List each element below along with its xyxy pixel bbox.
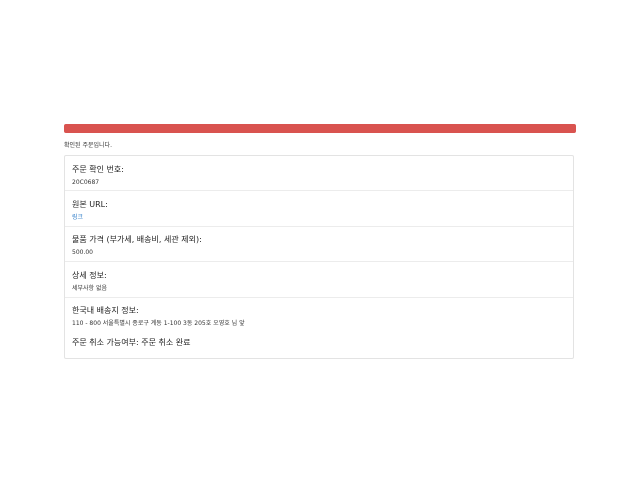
item-price-label: 물품 가격 (부가세, 배송비, 세관 제외): xyxy=(72,235,202,244)
order-details-panel: 주문 확인 번호: 20C0687 원본 URL: 링크 물품 가격 (부가세,… xyxy=(64,155,574,359)
item-price-row: 물품 가격 (부가세, 배송비, 세관 제외): 500.00 xyxy=(65,227,573,262)
details-label: 상세 정보: xyxy=(72,271,107,280)
order-status-message: 확인된 주문입니다. xyxy=(64,142,112,149)
order-number-label: 주문 확인 번호: xyxy=(72,165,124,174)
original-url-link[interactable]: 링크 xyxy=(72,214,573,222)
item-price-value: 500.00 xyxy=(72,249,93,256)
shipping-label: 한국내 배송지 정보: xyxy=(72,306,139,315)
cancel-status: 주문 취소 가능여부: 주문 취소 완료 xyxy=(72,338,191,347)
order-number-value: 20C0687 xyxy=(72,179,100,186)
details-value: 세부사항 없음 xyxy=(72,285,108,292)
progress-bar-fill xyxy=(64,124,576,133)
original-url-row: 원본 URL: 링크 xyxy=(65,191,573,227)
shipping-row: 한국내 배송지 정보: 110 - 800 서울특별시 종로구 계동 1-100… xyxy=(65,298,573,358)
order-progress-bar xyxy=(64,124,576,133)
original-url-label: 원본 URL: xyxy=(72,200,108,209)
order-number-row: 주문 확인 번호: 20C0687 xyxy=(65,156,573,191)
shipping-address: 110 - 800 서울특별시 종로구 계동 1-100 3동 205호 오영호… xyxy=(72,320,245,327)
details-row: 상세 정보: 세부사항 없음 xyxy=(65,262,573,298)
